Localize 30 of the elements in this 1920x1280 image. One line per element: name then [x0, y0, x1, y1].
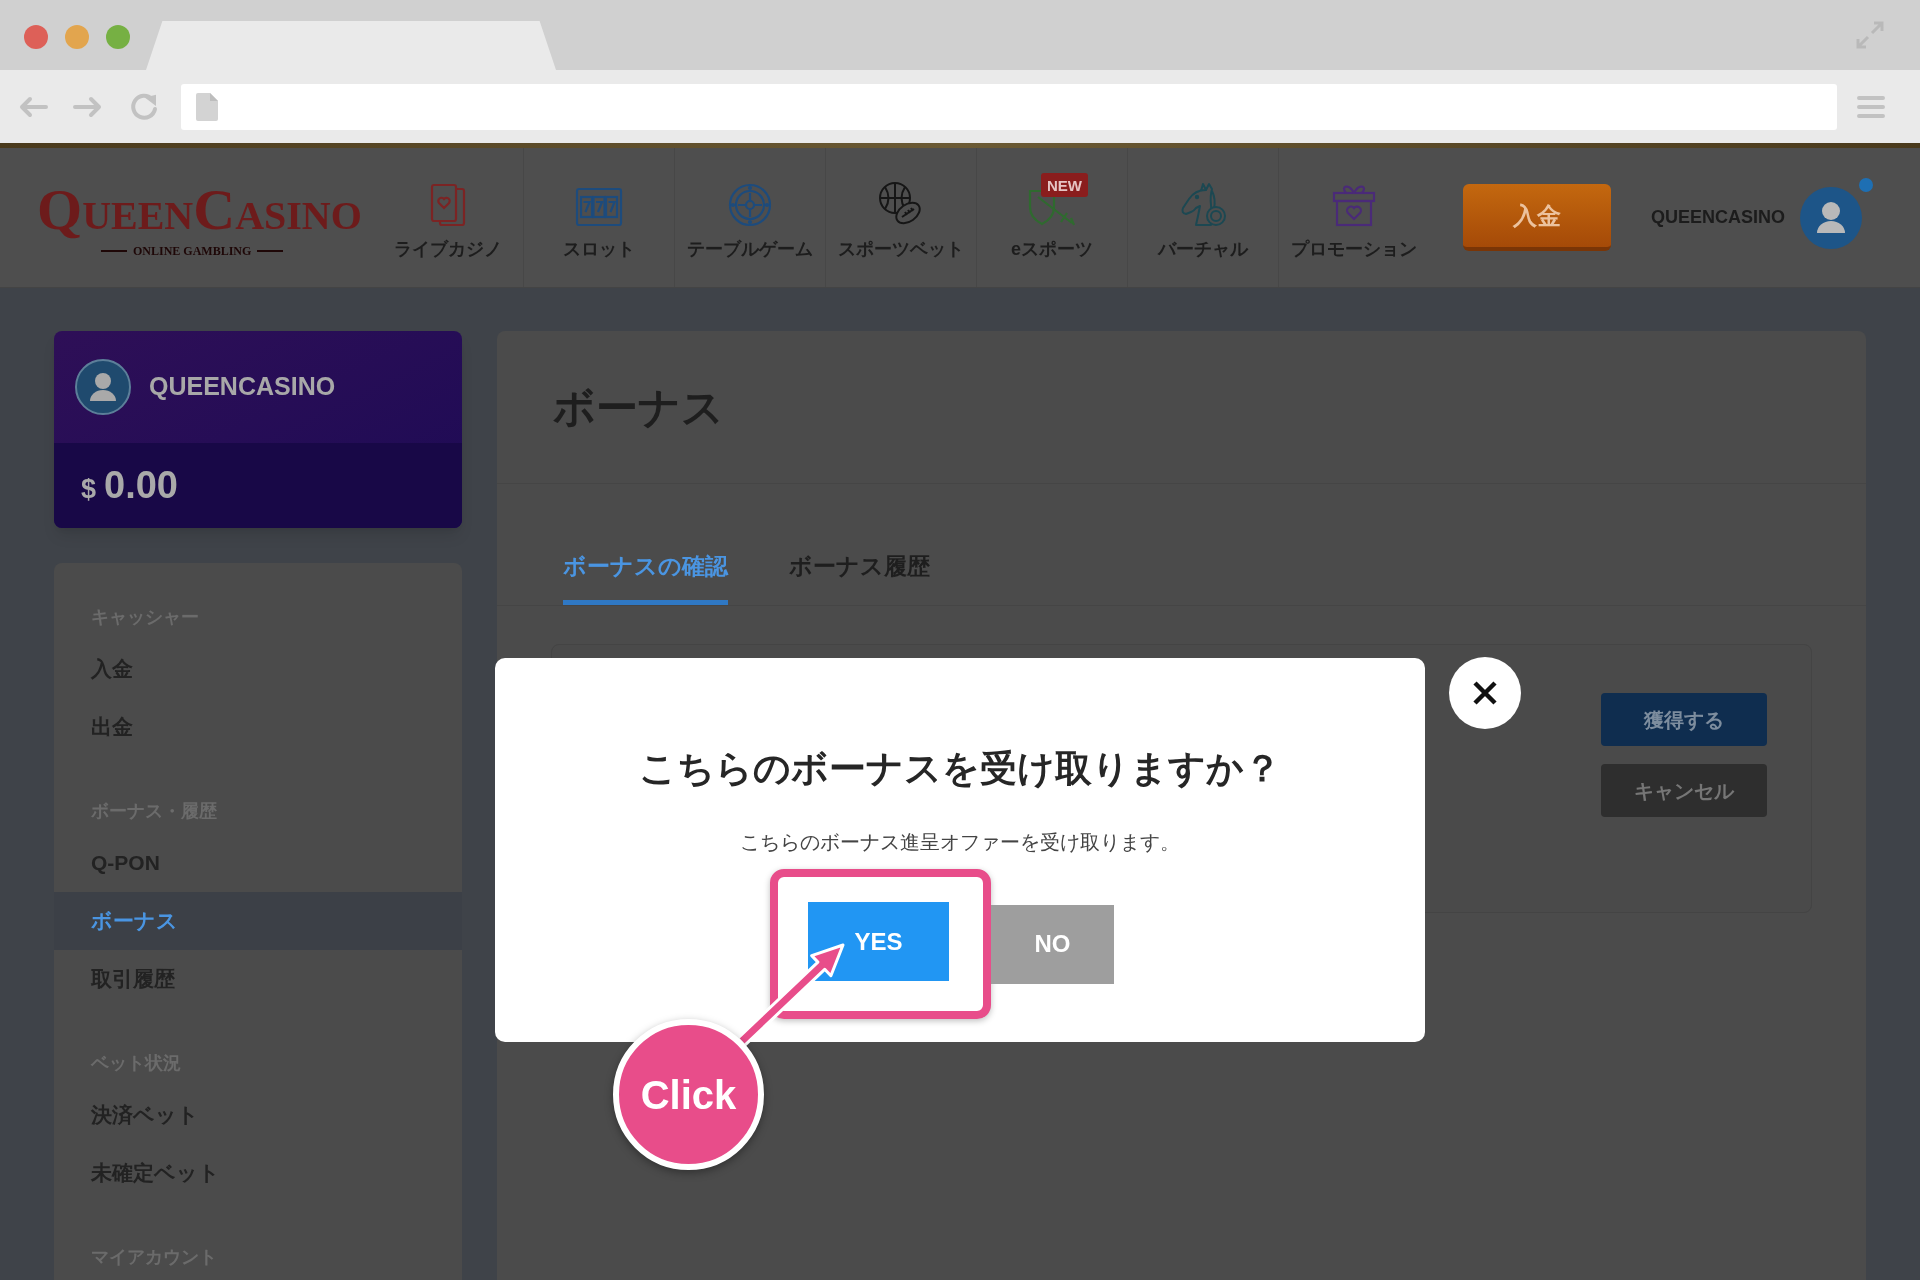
- dialog-title: こちらのボーナスを受け取りますか？: [639, 747, 1281, 791]
- page-icon: [196, 92, 218, 121]
- reload-icon[interactable]: [130, 91, 160, 122]
- window-minimize-icon[interactable]: [65, 25, 89, 49]
- menu-icon[interactable]: [1857, 94, 1885, 119]
- forward-arrow-icon[interactable]: [73, 95, 103, 118]
- playing-cards-icon: [429, 183, 466, 227]
- dialog-message: こちらのボーナス進呈オファーを受け取ります。: [740, 830, 1180, 855]
- slot-machine-icon: [575, 187, 623, 227]
- horse-head-coin-icon: [1179, 181, 1227, 227]
- tab[interactable]: ボーナスの確認: [563, 550, 728, 605]
- yes-button[interactable]: YES: [808, 902, 949, 981]
- sidebar-item[interactable]: ボーナス: [54, 892, 462, 950]
- logo-tagline: ONLINE GAMBLING: [101, 241, 284, 260]
- window-close-icon[interactable]: [24, 25, 48, 49]
- window-maximize-icon[interactable]: [106, 25, 130, 49]
- nav-badge: NEW: [1041, 173, 1088, 197]
- roulette-wheel-icon: [728, 183, 772, 227]
- balance-amount: $ 0.00: [81, 463, 178, 508]
- sports-balls-icon: [878, 181, 924, 227]
- deposit-button[interactable]: 入金: [1463, 184, 1611, 251]
- cancel-button[interactable]: キャンセル: [1601, 764, 1767, 817]
- account-name: QUEENCASINO: [149, 371, 336, 403]
- avatar-icon: [75, 359, 131, 415]
- no-button[interactable]: NO: [991, 904, 1114, 984]
- close-icon: [1473, 681, 1497, 705]
- claim-button[interactable]: 獲得する: [1601, 693, 1767, 746]
- back-arrow-icon[interactable]: [18, 95, 48, 118]
- address-field[interactable]: [181, 83, 1837, 130]
- avatar-icon[interactable]: [1800, 186, 1862, 249]
